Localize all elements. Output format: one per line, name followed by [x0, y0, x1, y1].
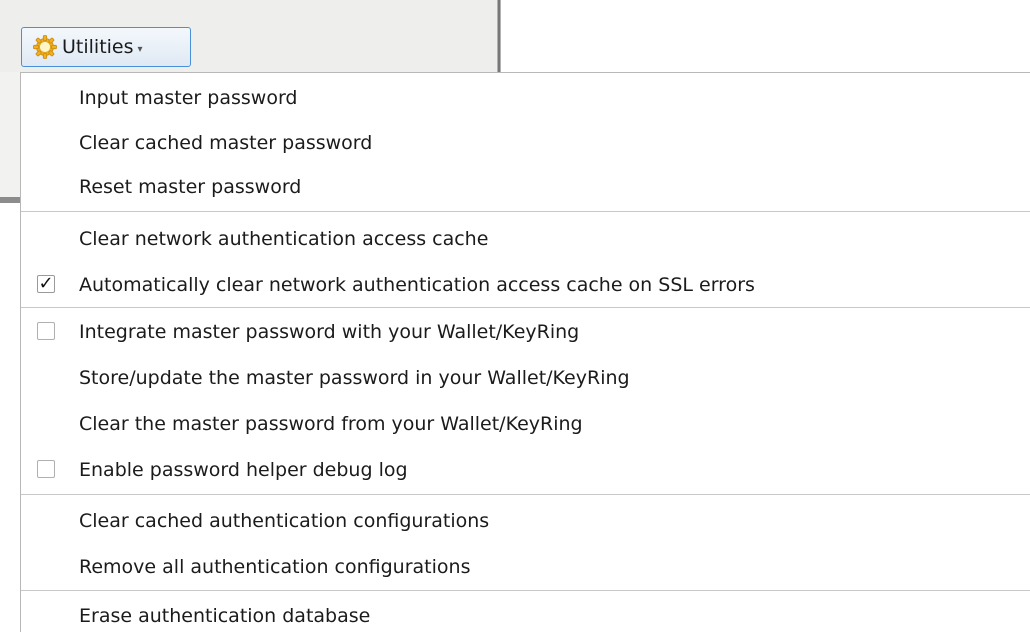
gear-icon — [33, 35, 57, 59]
menu-separator — [21, 307, 1030, 308]
menu-item-label: Store/update the master password in your… — [79, 367, 630, 389]
menu-separator — [21, 494, 1030, 495]
menu-item-debug-log[interactable]: Enable password helper debug log — [21, 448, 1030, 492]
menu-separator — [21, 590, 1030, 591]
menu-item-erase-auth-database[interactable]: Erase authentication database — [21, 594, 1030, 638]
menu-item-label: Clear cached authentication configuratio… — [79, 510, 490, 532]
menu-item-label: Automatically clear network authenticati… — [79, 274, 755, 296]
menu-item-input-master-password[interactable]: Input master password — [21, 76, 1030, 120]
menu-item-label: Integrate master password with your Wall… — [79, 321, 580, 343]
menu-item-label: Reset master password — [79, 176, 302, 198]
menu-item-clear-cached-master-password[interactable]: Clear cached master password — [21, 121, 1030, 165]
menu-item-clear-wallet[interactable]: Clear the master password from your Wall… — [21, 402, 1030, 446]
utilities-menu: Input master password Clear cached maste… — [20, 72, 1030, 632]
menu-item-auto-clear-cache-ssl[interactable]: ✓ Automatically clear network authentica… — [21, 263, 1030, 307]
checkbox-unchecked[interactable] — [37, 322, 55, 340]
menu-item-label: Remove all authentication configurations — [79, 556, 471, 578]
menu-item-store-update-wallet[interactable]: Store/update the master password in your… — [21, 356, 1030, 400]
panel-divider — [0, 197, 22, 203]
right-pane — [501, 0, 1030, 72]
menu-item-reset-master-password[interactable]: Reset master password — [21, 165, 1030, 209]
menu-item-label: Clear network authentication access cach… — [79, 228, 489, 250]
menu-item-label: Enable password helper debug log — [79, 459, 408, 481]
menu-item-clear-network-auth-cache[interactable]: Clear network authentication access cach… — [21, 217, 1030, 261]
utilities-button-label: Utilities — [62, 36, 134, 58]
checkbox-checked[interactable]: ✓ — [37, 275, 55, 293]
utilities-button[interactable]: Utilities ▾ — [21, 27, 191, 67]
menu-item-clear-cached-auth-configs[interactable]: Clear cached authentication configuratio… — [21, 499, 1030, 543]
menu-item-remove-all-auth-configs[interactable]: Remove all authentication configurations — [21, 545, 1030, 589]
menu-item-label: Clear cached master password — [79, 132, 373, 154]
check-icon: ✓ — [38, 273, 54, 294]
chevron-down-icon: ▾ — [137, 43, 143, 55]
checkbox-unchecked[interactable] — [37, 460, 55, 478]
menu-item-integrate-wallet[interactable]: Integrate master password with your Wall… — [21, 310, 1030, 354]
menu-separator — [21, 211, 1030, 212]
menu-item-label: Input master password — [79, 87, 298, 109]
menu-item-label: Clear the master password from your Wall… — [79, 413, 583, 435]
menu-item-label: Erase authentication database — [79, 605, 371, 627]
